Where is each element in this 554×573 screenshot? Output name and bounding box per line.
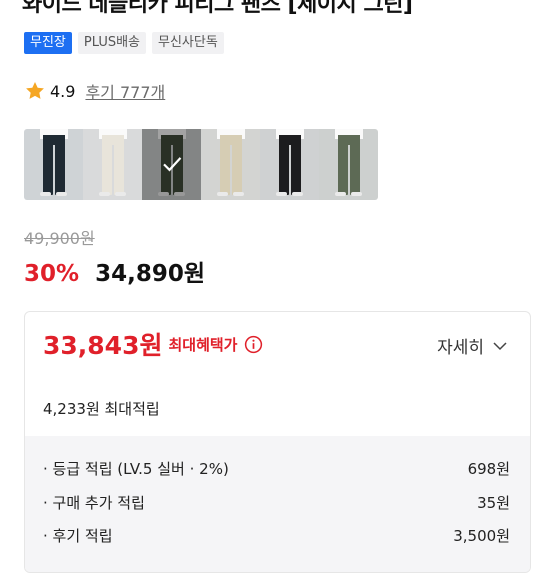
- chevron-down-icon: [493, 341, 507, 350]
- benefit-card: 33,843원 최대혜택가 자세히 4,233원 최대적립 · 등급 적립 (L…: [24, 311, 531, 573]
- color-variant-list: [24, 129, 378, 200]
- color-variant-thumb[interactable]: [24, 129, 83, 200]
- sale-price: 34,890원: [95, 261, 205, 287]
- color-variant-thumb[interactable]: [201, 129, 260, 200]
- points-row-purchase: · 구매 추가 적립 35원: [43, 492, 510, 513]
- points-row-review: · 후기 적립 3,500원: [43, 525, 510, 546]
- max-benefit-label: 최대혜택가: [168, 335, 238, 354]
- rating-row: 4.9 후기 777개: [24, 79, 165, 103]
- info-icon[interactable]: [244, 335, 263, 354]
- points-row-label: · 후기 적립: [43, 527, 113, 545]
- discount-rate: 30%: [24, 261, 80, 287]
- badge-plus-delivery: PLUS배송: [77, 32, 147, 54]
- points-row-value: 698원: [467, 460, 510, 478]
- max-points-total: 4,233원 최대적립: [43, 400, 160, 418]
- points-row-grade: · 등급 적립 (LV.5 실버 · 2%) 698원: [43, 458, 510, 479]
- max-benefit-price: 33,843원: [43, 331, 163, 360]
- sale-price-row: 30% 34,890원: [24, 254, 205, 288]
- rating-score: 4.9: [50, 81, 76, 101]
- detail-toggle-button[interactable]: 자세히: [437, 333, 508, 358]
- original-price: 49,900원: [24, 229, 95, 248]
- color-variant-thumb[interactable]: [142, 129, 201, 200]
- badge-list: 무진장 PLUS배송 무신사단독: [24, 32, 224, 54]
- points-row-value: 3,500원: [453, 527, 510, 545]
- check-icon: [162, 156, 181, 171]
- color-variant-thumb[interactable]: [260, 129, 319, 200]
- product-title: 와이드 데블리카 피티그 팬츠 [제이지 그린]: [22, 0, 413, 17]
- star-icon: [26, 82, 44, 99]
- detail-label: 자세히: [437, 338, 484, 358]
- badge-mujinjang: 무진장: [24, 32, 72, 54]
- points-row-label: · 등급 적립 (LV.5 실버 · 2%): [43, 460, 229, 478]
- color-variant-thumb[interactable]: [319, 129, 378, 200]
- points-row-value: 35원: [477, 494, 510, 512]
- points-breakdown: · 등급 적립 (LV.5 실버 · 2%) 698원 · 구매 추가 적립 3…: [25, 436, 530, 572]
- badge-exclusive: 무신사단독: [152, 32, 224, 54]
- review-count-link[interactable]: 후기 777개: [85, 79, 165, 103]
- max-benefit-header: 33,843원 최대혜택가: [43, 326, 263, 362]
- points-row-label: · 구매 추가 적립: [43, 494, 145, 512]
- color-variant-thumb[interactable]: [83, 129, 142, 200]
